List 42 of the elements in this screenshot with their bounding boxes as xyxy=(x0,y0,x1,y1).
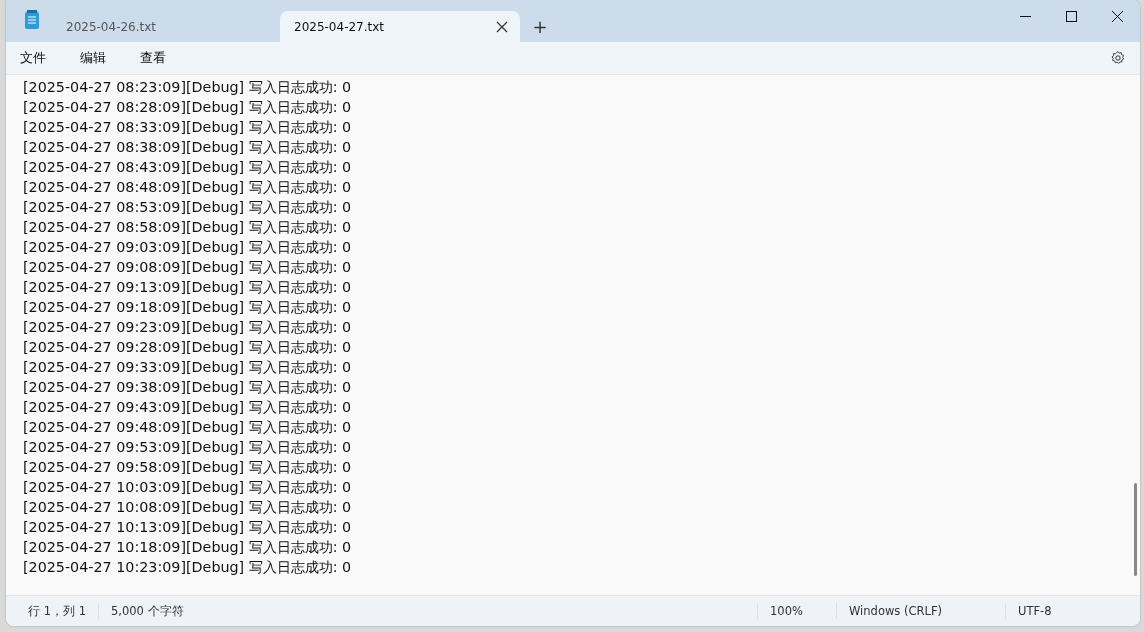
text-line: [2025-04-27 09:18:09][Debug] 写入日志成功: 0 xyxy=(23,298,353,317)
text-line: [2025-04-27 08:43:09][Debug] 写入日志成功: 0 xyxy=(23,158,353,177)
text-line: [2025-04-27 08:33:09][Debug] 写入日志成功: 0 xyxy=(23,118,353,137)
encoding: UTF-8 xyxy=(1005,603,1140,619)
menu-item[interactable]: 编辑 xyxy=(74,45,120,71)
text-line: [2025-04-27 09:13:09][Debug] 写入日志成功: 0 xyxy=(23,278,353,297)
text-line: [2025-04-27 09:58:09][Debug] 写入日志成功: 0 xyxy=(23,458,353,477)
close-icon[interactable] xyxy=(496,20,508,33)
tab[interactable]: 2025-04-27.txt xyxy=(280,11,520,42)
text-line: [2025-04-27 10:23:09][Debug] 写入日志成功: 0 xyxy=(23,558,353,577)
text-line: [2025-04-27 09:33:09][Debug] 写入日志成功: 0 xyxy=(23,358,353,377)
text-line: [2025-04-27 10:03:09][Debug] 写入日志成功: 0 xyxy=(23,478,353,497)
notepad-icon xyxy=(24,10,40,30)
text-line: [2025-04-27 10:18:09][Debug] 写入日志成功: 0 xyxy=(23,538,353,557)
tab[interactable]: 2025-04-26.txt xyxy=(52,11,280,42)
menu-item[interactable]: 查看 xyxy=(134,45,180,71)
text-line: [2025-04-27 09:28:09][Debug] 写入日志成功: 0 xyxy=(23,338,353,357)
text-line: [2025-04-27 08:23:09][Debug] 写入日志成功: 0 xyxy=(23,78,353,97)
text-line: [2025-04-27 08:48:09][Debug] 写入日志成功: 0 xyxy=(23,178,353,197)
text-line: [2025-04-27 09:23:09][Debug] 写入日志成功: 0 xyxy=(23,318,353,337)
text-line: [2025-04-27 09:48:09][Debug] 写入日志成功: 0 xyxy=(23,418,353,437)
text-line: [2025-04-27 08:58:09][Debug] 写入日志成功: 0 xyxy=(23,218,353,237)
line-ending: Windows (CRLF) xyxy=(836,603,1005,619)
close-icon[interactable] xyxy=(1111,10,1123,22)
zoom-level: 100% xyxy=(757,603,836,619)
new-tab-button[interactable]: + xyxy=(520,11,560,42)
text-line: [2025-04-27 10:08:09][Debug] 写入日志成功: 0 xyxy=(23,498,353,517)
text-line: [2025-04-27 09:38:09][Debug] 写入日志成功: 0 xyxy=(23,378,353,397)
text-line: [2025-04-27 08:38:09][Debug] 写入日志成功: 0 xyxy=(23,138,353,157)
text-line: [2025-04-27 10:13:09][Debug] 写入日志成功: 0 xyxy=(23,518,353,537)
character-count: 5,000 个字符 xyxy=(97,603,196,619)
text-line: [2025-04-27 09:08:09][Debug] 写入日志成功: 0 xyxy=(23,258,353,277)
text-line: [2025-04-27 08:53:09][Debug] 写入日志成功: 0 xyxy=(23,198,353,217)
text-line: [2025-04-27 08:28:09][Debug] 写入日志成功: 0 xyxy=(23,98,353,117)
maximize-icon[interactable] xyxy=(1065,10,1077,22)
text-line: [2025-04-27 09:03:09][Debug] 写入日志成功: 0 xyxy=(23,238,353,257)
scrollbar-thumb[interactable] xyxy=(1134,483,1137,576)
cursor-position: 行 1，列 1 xyxy=(27,603,87,619)
menu-item[interactable]: 文件 xyxy=(14,45,60,71)
text-line: [2025-04-27 09:43:09][Debug] 写入日志成功: 0 xyxy=(23,398,353,417)
settings-icon[interactable] xyxy=(1110,50,1126,66)
text-line: [2025-04-27 09:53:09][Debug] 写入日志成功: 0 xyxy=(23,438,353,457)
